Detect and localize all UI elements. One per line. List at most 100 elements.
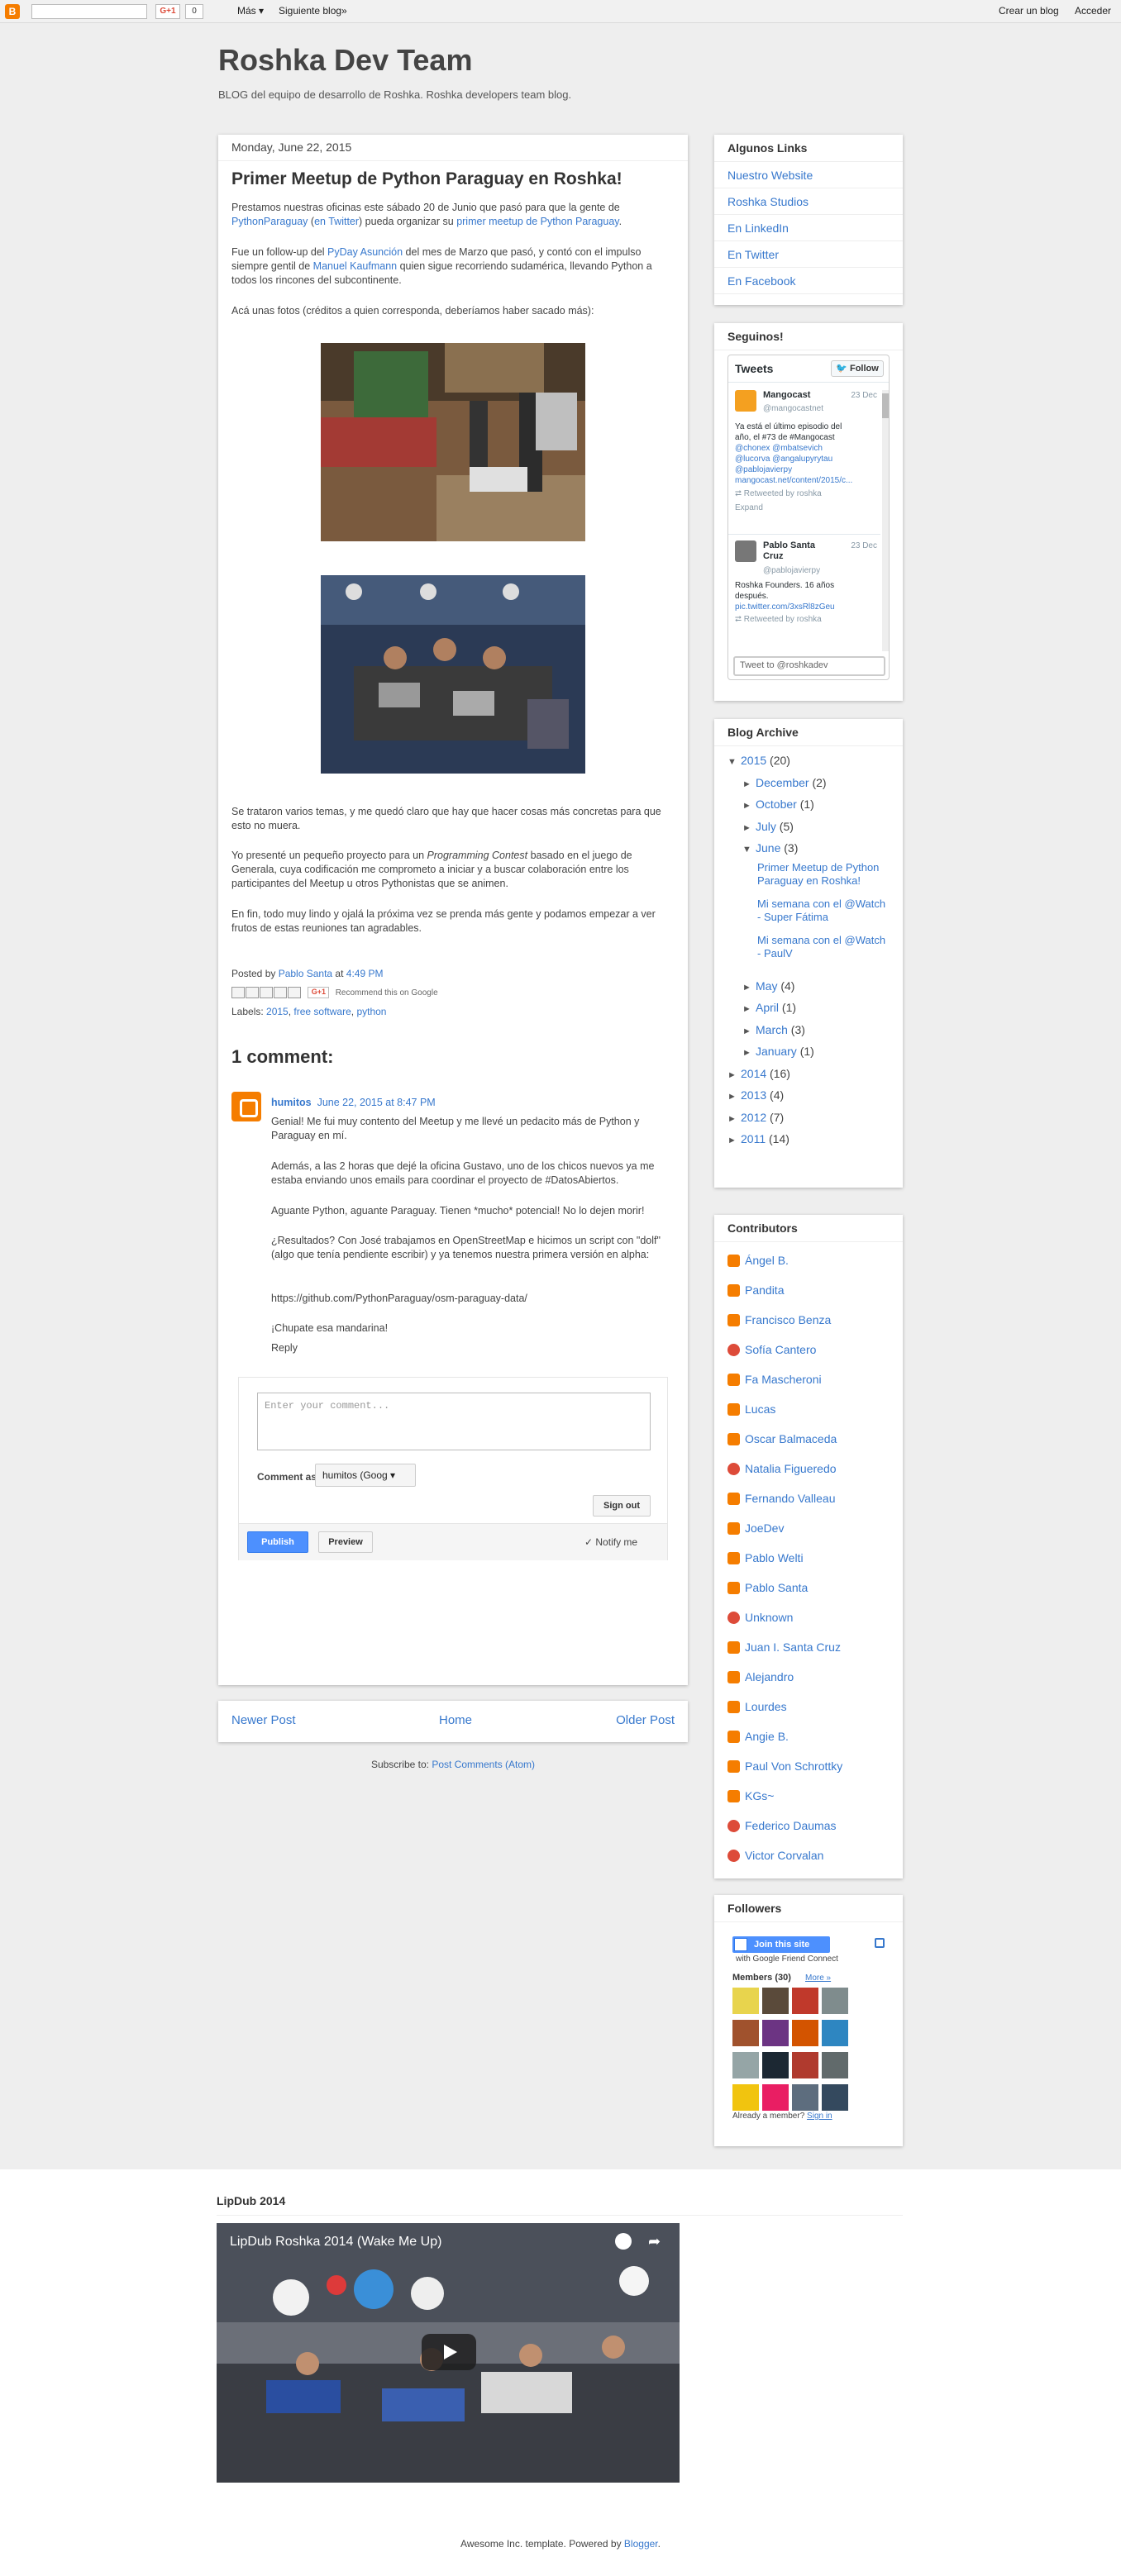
contributor-item[interactable]: Pandita [714, 1275, 903, 1305]
signin-link[interactable]: Acceder [1075, 5, 1111, 17]
archive-link[interactable]: May [756, 979, 777, 993]
contributor-item[interactable]: Unknown [714, 1602, 903, 1632]
contributor-name[interactable]: JoeDev [745, 1521, 784, 1535]
archive-row[interactable]: ► July (5) [727, 816, 890, 838]
gplus-button[interactable]: G+1 [155, 4, 180, 19]
sign-out-button[interactable]: Sign out [593, 1495, 651, 1517]
twitter-share-icon[interactable] [260, 986, 273, 998]
navbar-search-input[interactable] [31, 4, 147, 19]
more-menu[interactable]: Más ▾ [237, 5, 264, 17]
next-blog-link[interactable]: Siguiente blog» [279, 5, 347, 17]
identity-select[interactable]: humitos (Goog ▾ [315, 1464, 416, 1487]
contributor-name[interactable]: Fernando Valleau [745, 1492, 835, 1505]
collapsed-triangle-icon[interactable]: ► [727, 1108, 741, 1131]
meetup-photo-2[interactable] [321, 575, 585, 774]
archive-row[interactable]: ► May (4) [727, 975, 890, 998]
contributor-item[interactable]: JoeDev [714, 1513, 903, 1543]
follower-avatar[interactable] [822, 1988, 848, 2014]
contributor-name[interactable]: Federico Daumas [745, 1819, 837, 1832]
tweet[interactable]: Mangocast @mangocastnet 23 Dec Ya está e… [735, 390, 877, 531]
archive-row[interactable]: ► December (2) [727, 772, 890, 794]
contributor-item[interactable]: Lucas [714, 1394, 903, 1424]
contributor-item[interactable]: Sofía Cantero [714, 1335, 903, 1364]
share-icon[interactable]: ➦ [648, 2233, 661, 2250]
archive-row[interactable]: ► March (3) [727, 1019, 890, 1041]
twitter-follow-button[interactable]: 🐦 Follow [831, 360, 884, 377]
contributor-name[interactable]: KGs~ [745, 1789, 774, 1802]
create-blog-link[interactable]: Crear un blog [999, 5, 1059, 17]
archive-row[interactable]: ► 2013 (4) [727, 1084, 890, 1107]
contributor-name[interactable]: Paul Von Schrottky [745, 1759, 842, 1773]
follower-avatar[interactable] [762, 2052, 789, 2078]
expand-link[interactable]: Expand [735, 502, 852, 513]
contributor-name[interactable]: Alejandro [745, 1670, 794, 1683]
contributor-item[interactable]: Pablo Welti [714, 1543, 903, 1573]
archive-link[interactable]: December [756, 776, 809, 789]
archive-link[interactable]: April [756, 1001, 779, 1014]
author-link[interactable]: Pablo Santa [279, 968, 332, 979]
tweet[interactable]: Pablo Santa Cruz @pablojavierpy 23 Dec Ro… [735, 540, 877, 648]
label-link[interactable]: 2015 [266, 1006, 289, 1017]
contributor-item[interactable]: Angie B. [714, 1721, 903, 1751]
archive-link[interactable]: 2014 [741, 1067, 766, 1080]
collapsed-triangle-icon[interactable]: ► [727, 1130, 741, 1152]
pinterest-share-icon[interactable] [288, 986, 301, 998]
signin-link[interactable]: Sign in [807, 2112, 832, 2121]
expanded-triangle-icon[interactable]: ▼ [742, 839, 756, 861]
blogger-link[interactable]: Blogger [624, 2538, 658, 2550]
contributor-item[interactable]: Alejandro [714, 1662, 903, 1692]
follower-avatar[interactable] [762, 2020, 789, 2046]
follower-avatar[interactable] [822, 2084, 848, 2111]
comment-author-link[interactable]: humitos [271, 1097, 312, 1108]
contributor-item[interactable]: Victor Corvalan [714, 1840, 903, 1870]
follower-avatar[interactable] [732, 1988, 759, 2014]
url-link[interactable]: mangocast.net/content/2015/c... [735, 475, 852, 486]
archive-link[interactable]: 2011 [741, 1132, 766, 1145]
archive-row[interactable]: ▼ 2015 (20) [727, 750, 890, 772]
archive-post-link[interactable]: Mi semana con el @Watch - Super Fátima [757, 898, 890, 924]
url-link[interactable]: pic.twitter.com/3xsRl8zGeu [735, 602, 835, 612]
collapsed-triangle-icon[interactable]: ► [742, 774, 756, 796]
follower-avatar[interactable] [792, 2084, 818, 2111]
contributor-item[interactable]: Oscar Balmaceda [714, 1424, 903, 1454]
publish-button[interactable]: Publish [247, 1531, 308, 1553]
notify-me-checkbox[interactable]: ✓ Notify me [584, 1536, 637, 1548]
follower-avatar[interactable] [822, 2020, 848, 2046]
follower-avatar[interactable] [762, 1988, 789, 2014]
collapsed-triangle-icon[interactable]: ► [742, 1021, 756, 1043]
tweet-to-input[interactable]: Tweet to @roshkadev [733, 656, 885, 676]
contributor-item[interactable]: Francisco Benza [714, 1305, 903, 1335]
archive-post-link[interactable]: Mi semana con el @Watch - PaulV [757, 934, 890, 960]
mention-link[interactable]: @chonex @mbatsevich [735, 443, 852, 454]
contributor-name[interactable]: Oscar Balmaceda [745, 1432, 837, 1445]
newer-post-link[interactable]: Newer Post [231, 1713, 296, 1727]
contributor-item[interactable]: Juan I. Santa Cruz [714, 1632, 903, 1662]
post-title[interactable]: Primer Meetup de Python Paraguay en Rosh… [231, 169, 623, 189]
older-post-link[interactable]: Older Post [616, 1713, 675, 1727]
link-facebook[interactable]: En Facebook [714, 268, 903, 294]
mention-link[interactable]: @lucorva @angalupyrytau [735, 454, 852, 464]
atom-feed-link[interactable]: Post Comments (Atom) [432, 1759, 535, 1770]
permalink[interactable]: 4:49 PM [346, 968, 384, 979]
contributor-name[interactable]: Sofía Cantero [745, 1343, 816, 1356]
contributor-name[interactable]: Unknown [745, 1611, 793, 1624]
preview-button[interactable]: Preview [318, 1531, 373, 1553]
contributor-name[interactable]: Angie B. [745, 1730, 789, 1743]
contributor-name[interactable]: Lucas [745, 1402, 775, 1416]
video-title[interactable]: LipDub Roshka 2014 (Wake Me Up) [230, 2235, 441, 2250]
pythonparaguay-link[interactable]: PythonParaguay [231, 216, 308, 227]
timeline-scrollbar[interactable] [882, 390, 889, 651]
pyday-link[interactable]: PyDay Asunción [327, 246, 403, 258]
gplus-button[interactable]: G+1 [308, 986, 330, 998]
home-link[interactable]: Home [439, 1713, 472, 1727]
more-members-link[interactable]: More » [805, 1974, 831, 1983]
tweet-date[interactable]: 23 Dec [851, 540, 877, 551]
contributor-name[interactable]: Pablo Santa [745, 1581, 808, 1594]
mention-link[interactable]: @pablojavierpy [735, 464, 852, 475]
follower-avatar[interactable] [732, 2020, 759, 2046]
collapsed-triangle-icon[interactable]: ► [742, 817, 756, 840]
collapsed-triangle-icon[interactable]: ► [727, 1064, 741, 1087]
tweet-name[interactable]: Pablo Santa Cruz [763, 540, 815, 562]
meetup-link[interactable]: primer meetup de Python Paraguay [456, 216, 618, 227]
blog-title[interactable]: Roshka Dev Team [218, 43, 472, 78]
